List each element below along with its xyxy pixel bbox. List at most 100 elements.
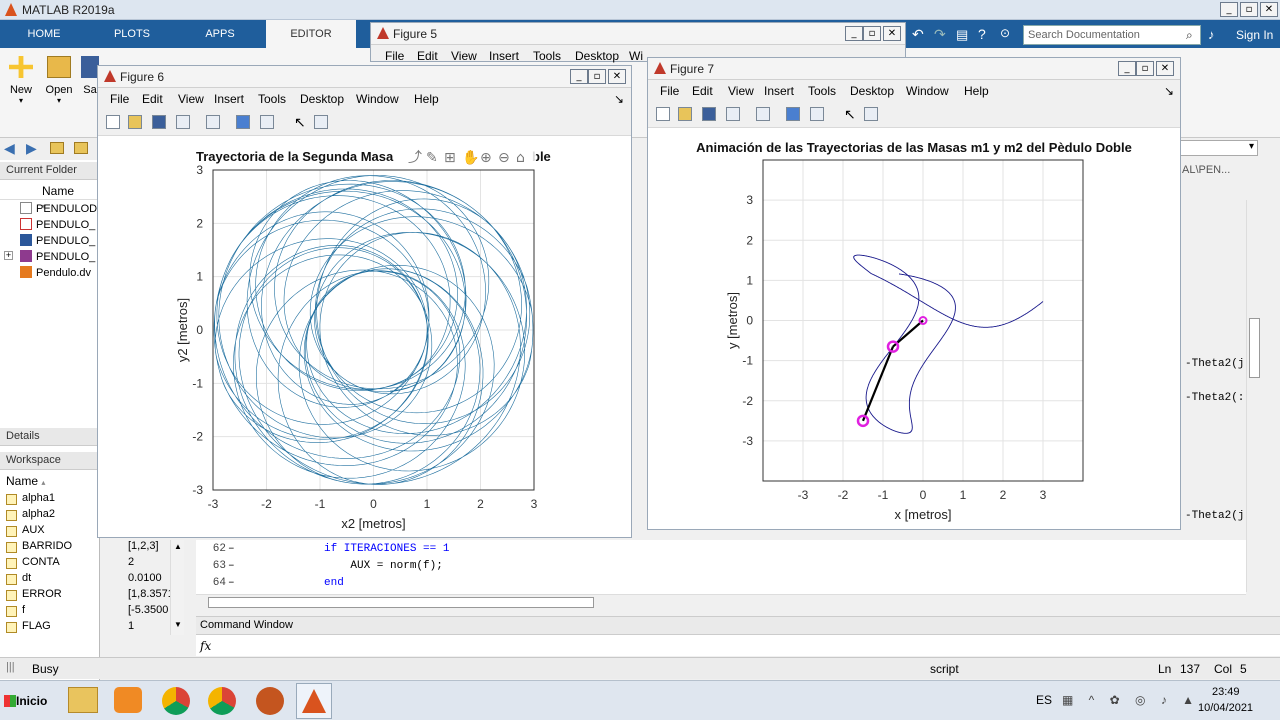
tab-apps[interactable]: APPS	[176, 20, 264, 48]
workspace-variable-row[interactable]: dt 0.0100	[6, 572, 186, 588]
open-button[interactable]: Open ▾	[44, 56, 74, 105]
breakpoint-dash[interactable]: –	[228, 577, 235, 589]
name-column-header[interactable]: Name ▾	[0, 182, 100, 211]
menu-tools[interactable]: Tools	[533, 49, 561, 63]
save-figure-icon[interactable]	[702, 107, 716, 121]
media-player-taskbar-icon[interactable]	[114, 687, 142, 713]
figure-5-titlebar[interactable]: Figure 5 _ ▫ ✕	[371, 23, 905, 45]
menu-window[interactable]: Window	[356, 92, 399, 106]
menu-file[interactable]: File	[660, 84, 679, 98]
scroll-up-icon[interactable]: ▲	[174, 542, 182, 551]
menu-insert[interactable]: Insert	[489, 49, 519, 63]
details-header[interactable]: Details	[0, 428, 100, 446]
workspace-name-column[interactable]: Name ▴	[6, 474, 45, 488]
edit-plot-cursor-icon[interactable]: ↖	[294, 114, 306, 131]
menu-edit[interactable]: Edit	[417, 49, 438, 63]
menu-insert[interactable]: Insert	[764, 84, 794, 98]
toolbar-options-icon[interactable]: ⊙	[1000, 26, 1010, 40]
workspace-variable-row[interactable]: f [-5.3500	[6, 604, 186, 620]
figure-6-titlebar[interactable]: Figure 6 _ ▫ ✕	[98, 66, 631, 88]
figure-6-window[interactable]: Figure 6 _ ▫ ✕ File Edit View Insert Tools De…	[97, 65, 632, 538]
file-item[interactable]: PENDULO_	[20, 234, 95, 247]
legend-icon[interactable]	[260, 115, 274, 129]
menu-desktop[interactable]: Desktop	[300, 92, 344, 106]
close-button[interactable]: ✕	[1260, 2, 1278, 17]
menu-window[interactable]: Window	[906, 84, 949, 98]
workspace-variable-row[interactable]: BARRIDO [1,2,3]	[6, 540, 186, 556]
explorer-taskbar-icon[interactable]	[68, 687, 98, 713]
menu-wi[interactable]: Wi	[629, 49, 643, 63]
tray-icons[interactable]: ▦ ^ ✿ ◎ ♪ ▲	[1062, 693, 1200, 707]
close-button[interactable]: ✕	[883, 26, 901, 41]
menu-edit[interactable]: Edit	[142, 92, 163, 106]
data-tips-icon[interactable]: ⊞	[444, 150, 456, 166]
menu-desktop[interactable]: Desktop	[575, 49, 619, 63]
close-button[interactable]: ✕	[1156, 61, 1174, 76]
redo-icon[interactable]: ↷	[934, 26, 946, 43]
chrome-taskbar-icon[interactable]	[208, 687, 236, 715]
minimize-button[interactable]: _	[845, 26, 863, 41]
close-button[interactable]: ✕	[608, 69, 626, 84]
file-item[interactable]: Pendulo.dv	[20, 266, 91, 279]
menu-insert[interactable]: Insert	[214, 92, 244, 106]
maximize-button[interactable]: ▫	[1240, 2, 1258, 17]
print-icon[interactable]	[726, 107, 740, 121]
zoom-in-icon[interactable]: ⊕	[480, 150, 492, 166]
edit-plot-cursor-icon[interactable]: ↖	[844, 106, 856, 123]
colorbar-icon[interactable]	[236, 115, 250, 129]
menu-overflow-icon[interactable]: ↘	[1164, 84, 1174, 98]
sign-in-link[interactable]: Sign In	[1236, 28, 1273, 42]
file-item[interactable]: PENDULO_	[20, 218, 95, 231]
open-file-icon[interactable]	[128, 115, 142, 129]
maximize-button[interactable]: ▫	[588, 69, 606, 84]
maximize-button[interactable]: ▫	[863, 26, 881, 41]
chrome-taskbar-icon[interactable]	[162, 687, 190, 715]
minimize-button[interactable]: _	[570, 69, 588, 84]
scroll-thumb[interactable]	[208, 597, 594, 608]
open-file-icon[interactable]	[678, 107, 692, 121]
back-arrow-icon[interactable]: ◀	[4, 140, 15, 157]
menu-file[interactable]: File	[385, 49, 404, 63]
figure-7-window[interactable]: Figure 7 _ ▫ ✕ File Edit View Insert Tools De…	[647, 57, 1181, 530]
print-icon[interactable]	[176, 115, 190, 129]
tab-home[interactable]: HOME	[0, 20, 88, 48]
fx-icon[interactable]: fx	[200, 639, 211, 653]
editor-vscrollbar[interactable]	[1246, 200, 1262, 592]
menu-desktop[interactable]: Desktop	[850, 84, 894, 98]
pan-icon[interactable]: ✋	[462, 149, 479, 166]
file-item[interactable]: + PENDULO_	[4, 250, 95, 263]
workspace-variable-row[interactable]: FLAG 1	[6, 620, 186, 636]
workspace-scrollbar[interactable]: ▲ ▼	[170, 540, 184, 635]
start-button[interactable]: Inicio	[2, 687, 52, 715]
minimize-button[interactable]: _	[1118, 61, 1136, 76]
language-indicator[interactable]: ES	[1036, 693, 1052, 707]
new-button[interactable]: New ▾	[6, 56, 36, 105]
new-figure-icon[interactable]	[106, 115, 120, 129]
menu-help[interactable]: Help	[414, 92, 439, 106]
command-window[interactable]: Command Window fx	[196, 616, 1280, 656]
zoom-out-icon[interactable]: ⊖	[498, 150, 510, 166]
home-icon[interactable]: ⌂	[516, 150, 525, 166]
figure-7-titlebar[interactable]: Figure 7 _ ▫ ✕	[648, 58, 1180, 80]
browse-folder-icon[interactable]	[74, 142, 88, 154]
path-dropdown[interactable]: ▾	[1180, 140, 1258, 156]
expand-icon[interactable]: +	[4, 251, 13, 260]
switch-windows-icon[interactable]: ▤	[956, 27, 968, 43]
code-editor[interactable]: 62– if ITERACIONES == 1 63– AUX = norm(f);…	[196, 540, 1246, 594]
menu-help[interactable]: Help	[964, 84, 989, 98]
menu-view[interactable]: View	[451, 49, 477, 63]
file-item[interactable]: PENDULOD	[20, 202, 97, 215]
menu-tools[interactable]: Tools	[808, 84, 836, 98]
undo-icon[interactable]: ↶	[912, 26, 924, 43]
help-icon[interactable]: ?	[978, 26, 986, 42]
new-figure-icon[interactable]	[656, 107, 670, 121]
workspace-variable-row[interactable]: ERROR [1,8.3571	[6, 588, 186, 604]
breakpoint-dash[interactable]: –	[228, 543, 235, 555]
link-plot-icon[interactable]	[756, 107, 770, 121]
breakpoint-dash[interactable]: –	[228, 560, 235, 572]
menu-overflow-icon[interactable]: ↘	[614, 92, 624, 106]
minimize-button[interactable]: _	[1220, 2, 1238, 17]
menu-view[interactable]: View	[728, 84, 754, 98]
figure-5-window[interactable]: Figure 5 _ ▫ ✕ File Edit View Insert Tools De…	[370, 22, 906, 63]
bell-icon[interactable]: ♪	[1208, 27, 1215, 42]
